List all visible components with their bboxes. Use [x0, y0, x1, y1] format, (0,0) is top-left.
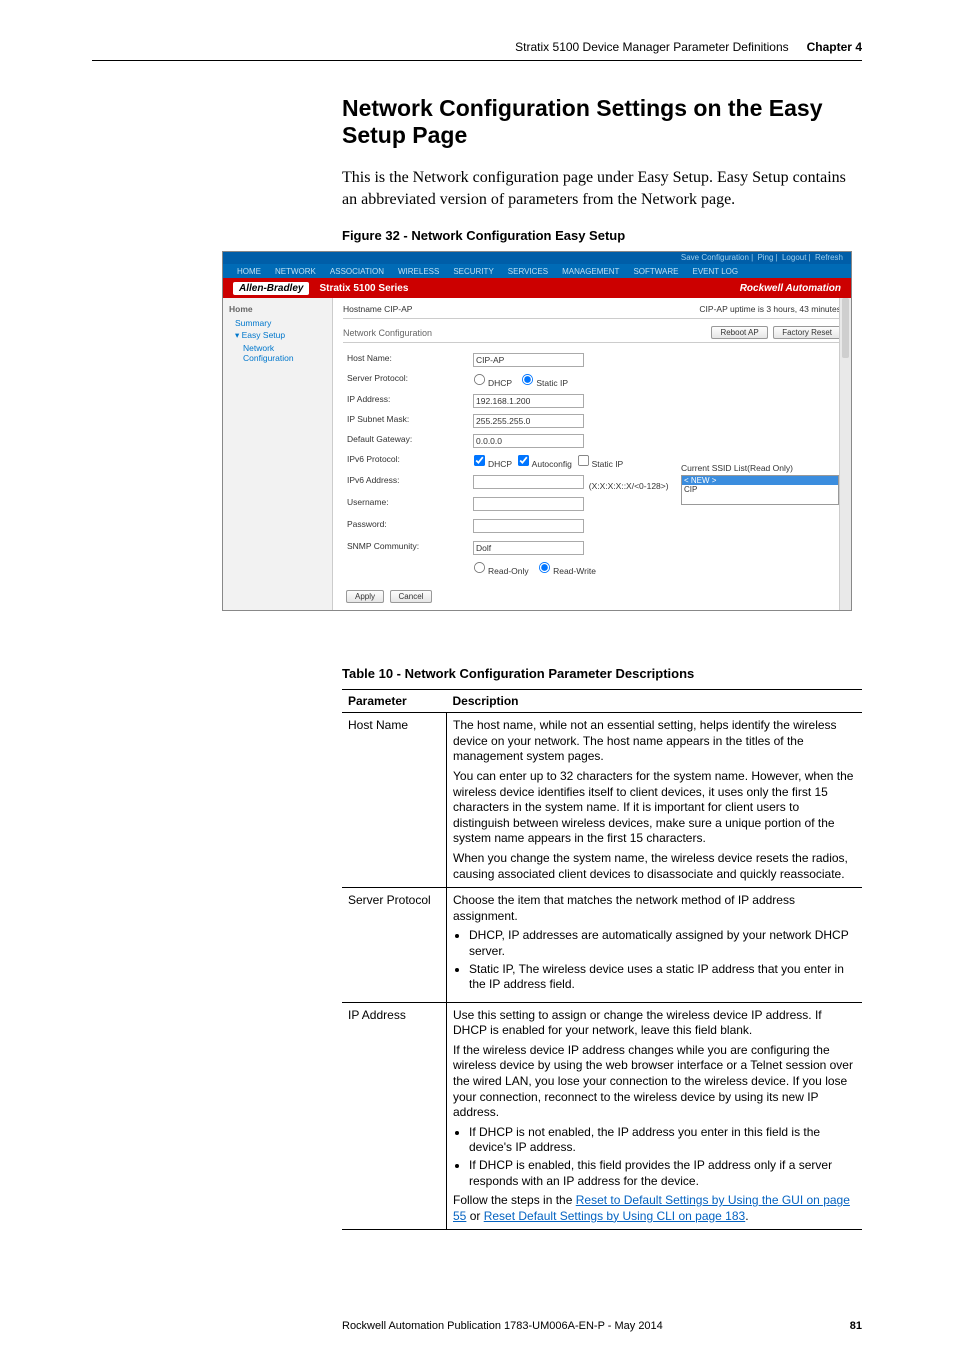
- side-network-config[interactable]: Network Configuration: [243, 343, 326, 363]
- menu-network[interactable]: NETWORK: [275, 267, 316, 276]
- reboot-button[interactable]: Reboot AP: [711, 326, 767, 339]
- content-pane: Hostname CIP-AP CIP-AP uptime is 3 hours…: [333, 298, 851, 610]
- intro-paragraph: This is the Network configuration page u…: [342, 167, 862, 210]
- side-nav: Home Summary ▾ Easy Setup Network Config…: [223, 298, 333, 610]
- radio-read-only[interactable]: [474, 562, 485, 573]
- input-gateway[interactable]: 0.0.0.0: [473, 434, 584, 448]
- input-ip-address[interactable]: 192.168.1.200: [473, 394, 584, 408]
- refresh-link[interactable]: Refresh: [815, 253, 843, 262]
- link-reset-cli[interactable]: Reset Default Settings by Using CLI on p…: [484, 1209, 746, 1223]
- screenshot-top-links: Save Configuration | Ping | Logout | Ref…: [223, 252, 851, 264]
- cancel-button[interactable]: Cancel: [390, 590, 433, 603]
- input-ipv6-address[interactable]: [473, 475, 584, 489]
- save-config-link[interactable]: Save Configuration: [681, 253, 749, 262]
- ssid-list-title: Current SSID List(Read Only): [681, 463, 839, 473]
- screenshot: Save Configuration | Ping | Logout | Ref…: [222, 251, 852, 611]
- desc-server-protocol: Choose the item that matches the network…: [447, 888, 863, 1003]
- check-autoconfig[interactable]: [518, 455, 529, 466]
- menu-security[interactable]: SECURITY: [453, 267, 493, 276]
- logout-link[interactable]: Logout: [782, 253, 806, 262]
- radio-read-write[interactable]: [539, 562, 550, 573]
- section-heading: Network Configuration Settings on the Ea…: [342, 95, 862, 149]
- screenshot-menubar: HOME NETWORK ASSOCIATION WIRELESS SECURI…: [223, 264, 851, 278]
- menu-management[interactable]: MANAGEMENT: [562, 267, 619, 276]
- label-snmp: SNMP Community:: [345, 539, 469, 557]
- ping-link[interactable]: Ping: [757, 253, 773, 262]
- label-ipv6-protocol: IPv6 Protocol:: [345, 452, 469, 471]
- desc-ip-address: Use this setting to assign or change the…: [447, 1002, 863, 1230]
- uptime-text: CIP-AP uptime is 3 hours, 43 minutes: [699, 304, 841, 314]
- page-footer: Rockwell Automation Publication 1783-UM0…: [342, 1320, 862, 1332]
- ssid-listbox[interactable]: < NEW > CIP: [681, 475, 839, 505]
- running-head: Stratix 5100 Device Manager Parameter De…: [92, 40, 862, 61]
- menu-eventlog[interactable]: EVENT LOG: [692, 267, 738, 276]
- ssid-new[interactable]: < NEW >: [682, 476, 838, 485]
- label-gateway: Default Gateway:: [345, 432, 469, 450]
- col-description: Description: [447, 690, 863, 713]
- brand-company: Rockwell Automation: [740, 283, 841, 294]
- menu-software[interactable]: SOFTWARE: [633, 267, 678, 276]
- input-host-name[interactable]: CIP-AP: [473, 353, 584, 367]
- check-ipv6-dhcp[interactable]: [474, 455, 485, 466]
- input-snmp[interactable]: Dolf: [473, 541, 584, 555]
- figure-caption: Figure 32 - Network Configuration Easy S…: [342, 228, 862, 243]
- hostname-line: Hostname CIP-AP: [343, 304, 412, 314]
- input-password[interactable]: [473, 519, 584, 533]
- page-number: 81: [850, 1320, 862, 1332]
- label-password: Password:: [345, 517, 469, 537]
- param-server-protocol: Server Protocol: [342, 888, 447, 1003]
- label-host-name: Host Name:: [345, 351, 469, 369]
- radio-dhcp[interactable]: [474, 374, 485, 385]
- menu-association[interactable]: ASSOCIATION: [330, 267, 384, 276]
- scrollbar[interactable]: [839, 298, 851, 610]
- ssid-cip[interactable]: CIP: [682, 485, 838, 494]
- brand-series: Stratix 5100 Series: [309, 283, 739, 294]
- menu-services[interactable]: SERVICES: [508, 267, 548, 276]
- label-username: Username:: [345, 495, 469, 515]
- table-caption: Table 10 - Network Configuration Paramet…: [342, 666, 862, 681]
- col-parameter: Parameter: [342, 690, 447, 713]
- factory-reset-button[interactable]: Factory Reset: [773, 326, 841, 339]
- brand-logo: Allen-Bradley: [233, 282, 309, 295]
- param-host-name: Host Name: [342, 713, 447, 888]
- label-ipv6-address: IPv6 Address:: [345, 473, 469, 493]
- publication-info: Rockwell Automation Publication 1783-UM0…: [342, 1320, 663, 1332]
- label-server-protocol: Server Protocol:: [345, 371, 469, 390]
- side-home[interactable]: Home: [229, 304, 326, 314]
- ipv6-format-hint: (X:X:X:X::X/<0-128>): [589, 481, 669, 491]
- side-easy-setup[interactable]: ▾ Easy Setup: [235, 330, 326, 341]
- desc-host-name: The host name, while not an essential se…: [447, 713, 863, 888]
- parameter-table: Parameter Description Host Name The host…: [342, 689, 862, 1230]
- radio-static-ip[interactable]: [522, 374, 533, 385]
- check-ipv6-static[interactable]: [578, 455, 589, 466]
- label-ip-address: IP Address:: [345, 392, 469, 410]
- side-summary[interactable]: Summary: [235, 318, 326, 328]
- label-subnet: IP Subnet Mask:: [345, 412, 469, 430]
- input-username[interactable]: [473, 497, 584, 511]
- param-ip-address: IP Address: [342, 1002, 447, 1230]
- nc-title: Network Configuration: [343, 328, 432, 338]
- running-title: Stratix 5100 Device Manager Parameter De…: [515, 40, 788, 54]
- input-subnet[interactable]: 255.255.255.0: [473, 414, 584, 428]
- menu-home[interactable]: HOME: [237, 267, 261, 276]
- brand-bar: Allen-Bradley Stratix 5100 Series Rockwe…: [223, 278, 851, 298]
- menu-wireless[interactable]: WIRELESS: [398, 267, 439, 276]
- ssid-list-box: Current SSID List(Read Only) < NEW > CIP: [681, 463, 839, 505]
- apply-button[interactable]: Apply: [346, 590, 384, 603]
- chapter-label: Chapter 4: [807, 40, 862, 54]
